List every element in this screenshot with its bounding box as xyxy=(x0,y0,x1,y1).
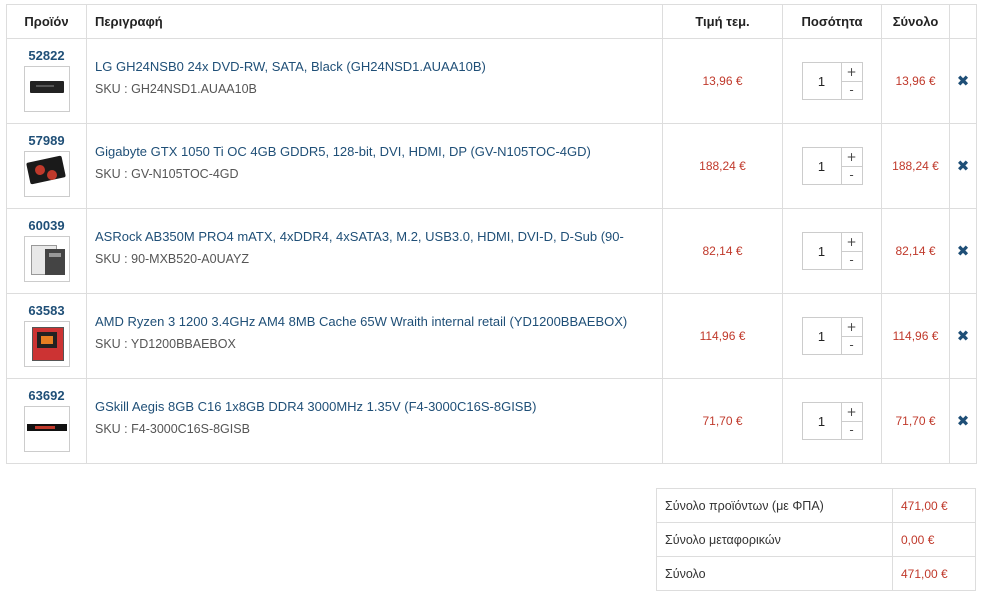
remove-icon[interactable]: ✖ xyxy=(957,412,970,430)
header-quantity: Ποσότητα xyxy=(782,4,882,39)
remove-icon[interactable]: ✖ xyxy=(957,242,970,260)
product-title-link[interactable]: AMD Ryzen 3 1200 3.4GHz AM4 8MB Cache 65… xyxy=(95,314,662,329)
remove-cell: ✖ xyxy=(949,378,977,464)
quantity-cell: + - xyxy=(782,293,882,379)
decrement-button[interactable]: - xyxy=(841,250,862,269)
remove-cell: ✖ xyxy=(949,123,977,209)
totals-row-products: Σύνολο προϊόντων (με ΦΠΑ) 471,00 € xyxy=(656,488,976,523)
products-total-value: 471,00 € xyxy=(892,488,976,523)
decrement-button[interactable]: - xyxy=(841,420,862,439)
product-sku: SKU : F4-3000C16S-8GISB xyxy=(95,421,250,436)
quantity-input[interactable] xyxy=(801,317,841,355)
product-sku: SKU : YD1200BBAEBOX xyxy=(95,336,236,351)
quantity-cell: + - xyxy=(782,123,882,209)
header-description: Περιγραφή xyxy=(86,4,663,39)
shipping-total-label: Σύνολο μεταφορικών xyxy=(656,522,893,557)
quantity-stepper: + - xyxy=(801,62,863,100)
cart-row: 63583 AMD Ryzen 3 1200 3.4GHz AM4 8MB Ca… xyxy=(6,293,977,379)
quantity-input[interactable] xyxy=(801,147,841,185)
cart-header-row: Προϊόν Περιγραφή Τιμή τεμ. Ποσότητα Σύνο… xyxy=(6,4,977,39)
quantity-cell: + - xyxy=(782,378,882,464)
cart-row: 60039 ASRock AB350M PRO4 mATX, 4xDDR4, 4… xyxy=(6,208,977,294)
product-sku: SKU : GH24NSD1.AUAA10B xyxy=(95,81,257,96)
row-total: 188,24 € xyxy=(881,123,950,209)
product-cell: 63583 xyxy=(6,293,87,379)
increment-button[interactable]: + xyxy=(841,148,862,166)
cart-row: 63692 GSkill Aegis 8GB C16 1x8GB DDR4 30… xyxy=(6,378,977,464)
increment-button[interactable]: + xyxy=(841,233,862,251)
description-cell: LG GH24NSB0 24x DVD-RW, SATA, Black (GH2… xyxy=(86,38,663,124)
product-title-link[interactable]: LG GH24NSB0 24x DVD-RW, SATA, Black (GH2… xyxy=(95,59,662,74)
product-code-link[interactable]: 63692 xyxy=(7,388,86,403)
product-title-link[interactable]: GSkill Aegis 8GB C16 1x8GB DDR4 3000MHz … xyxy=(95,399,662,414)
remove-cell: ✖ xyxy=(949,208,977,294)
remove-cell: ✖ xyxy=(949,38,977,124)
quantity-input[interactable] xyxy=(801,402,841,440)
totals-row-grand: Σύνολο 471,00 € xyxy=(656,556,976,591)
product-title-link[interactable]: ASRock AB350M PRO4 mATX, 4xDDR4, 4xSATA3… xyxy=(95,229,662,244)
header-product: Προϊόν xyxy=(6,4,87,39)
quantity-stepper: + - xyxy=(801,232,863,270)
product-cell: 60039 xyxy=(6,208,87,294)
totals-row-shipping: Σύνολο μεταφορικών 0,00 € xyxy=(656,522,976,557)
totals-table: Σύνολο προϊόντων (με ΦΠΑ) 471,00 € Σύνολ… xyxy=(656,488,976,591)
shipping-total-value: 0,00 € xyxy=(892,522,976,557)
product-title-link[interactable]: Gigabyte GTX 1050 Ti OC 4GB GDDR5, 128-b… xyxy=(95,144,662,159)
unit-price: 188,24 € xyxy=(662,123,783,209)
quantity-stepper: + - xyxy=(801,317,863,355)
remove-icon[interactable]: ✖ xyxy=(957,327,970,345)
unit-price: 114,96 € xyxy=(662,293,783,379)
dvd-drive-image[interactable] xyxy=(23,66,70,112)
description-cell: AMD Ryzen 3 1200 3.4GHz AM4 8MB Cache 65… xyxy=(86,293,663,379)
description-cell: Gigabyte GTX 1050 Ti OC 4GB GDDR5, 128-b… xyxy=(86,123,663,209)
unit-price: 13,96 € xyxy=(662,38,783,124)
header-unit-price: Τιμή τεμ. xyxy=(662,4,783,39)
products-total-label: Σύνολο προϊόντων (με ΦΠΑ) xyxy=(656,488,893,523)
product-code-link[interactable]: 63583 xyxy=(7,303,86,318)
remove-icon[interactable]: ✖ xyxy=(957,72,970,90)
quantity-cell: + - xyxy=(782,38,882,124)
row-total: 114,96 € xyxy=(881,293,950,379)
ram-module-image[interactable] xyxy=(23,406,70,452)
decrement-button[interactable]: - xyxy=(841,335,862,354)
cart-row: 57989 Gigabyte GTX 1050 Ti OC 4GB GDDR5,… xyxy=(6,123,977,209)
product-sku: SKU : GV-N105TOC-4GD xyxy=(95,166,239,181)
row-total: 82,14 € xyxy=(881,208,950,294)
product-cell: 63692 xyxy=(6,378,87,464)
grand-total-label: Σύνολο xyxy=(656,556,893,591)
increment-button[interactable]: + xyxy=(841,318,862,336)
description-cell: GSkill Aegis 8GB C16 1x8GB DDR4 3000MHz … xyxy=(86,378,663,464)
quantity-input[interactable] xyxy=(801,232,841,270)
product-code-link[interactable]: 52822 xyxy=(7,48,86,63)
quantity-input[interactable] xyxy=(801,62,841,100)
grand-total-value: 471,00 € xyxy=(892,556,976,591)
product-code-link[interactable]: 57989 xyxy=(7,133,86,148)
quantity-stepper: + - xyxy=(801,402,863,440)
quantity-stepper: + - xyxy=(801,147,863,185)
row-total: 71,70 € xyxy=(881,378,950,464)
decrement-button[interactable]: - xyxy=(841,165,862,184)
decrement-button[interactable]: - xyxy=(841,80,862,99)
quantity-cell: + - xyxy=(782,208,882,294)
product-cell: 57989 xyxy=(6,123,87,209)
description-cell: ASRock AB350M PRO4 mATX, 4xDDR4, 4xSATA3… xyxy=(86,208,663,294)
row-total: 13,96 € xyxy=(881,38,950,124)
header-remove xyxy=(949,4,977,39)
unit-price: 71,70 € xyxy=(662,378,783,464)
increment-button[interactable]: + xyxy=(841,63,862,81)
motherboard-image[interactable] xyxy=(23,236,70,282)
product-sku: SKU : 90-MXB520-A0UAYZ xyxy=(95,251,249,266)
cart-row: 52822 LG GH24NSB0 24x DVD-RW, SATA, Blac… xyxy=(6,38,977,124)
header-total: Σύνολο xyxy=(881,4,950,39)
remove-icon[interactable]: ✖ xyxy=(957,157,970,175)
product-cell: 52822 xyxy=(6,38,87,124)
cart-table: Προϊόν Περιγραφή Τιμή τεμ. Ποσότητα Σύνο… xyxy=(6,4,977,464)
unit-price: 82,14 € xyxy=(662,208,783,294)
graphics-card-image[interactable] xyxy=(23,151,70,197)
cpu-box-image[interactable] xyxy=(23,321,70,367)
increment-button[interactable]: + xyxy=(841,403,862,421)
remove-cell: ✖ xyxy=(949,293,977,379)
product-code-link[interactable]: 60039 xyxy=(7,218,86,233)
